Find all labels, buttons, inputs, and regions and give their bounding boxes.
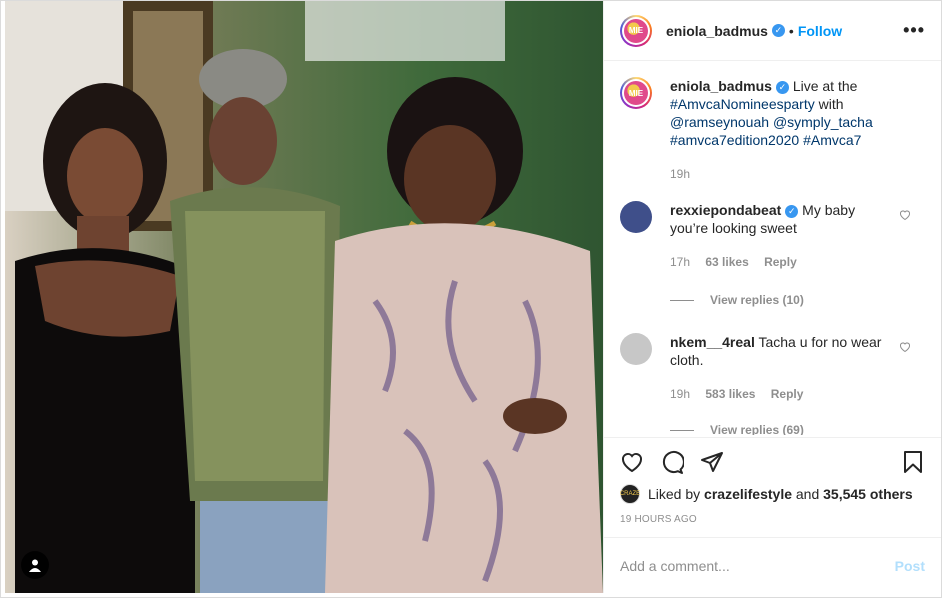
likes-row: CRAZE Liked by crazelifestyle and 35,545… — [620, 484, 925, 504]
comment-icon[interactable] — [660, 450, 684, 474]
comment-likes[interactable]: 63 likes — [705, 255, 748, 269]
comment-item: nkem__4real Tacha u for no wear cloth. 1… — [620, 333, 925, 403]
comment-input[interactable] — [620, 557, 895, 574]
comment-item: rexxiepondabeat ✓ My baby you’re looking … — [620, 201, 925, 271]
follow-button[interactable]: Follow — [798, 23, 842, 39]
mention-link[interactable]: @ramseynouah — [670, 114, 769, 130]
post-photo-illustration — [5, 1, 603, 593]
post-modal: MIE eniola_badmus ✓ • Follow ••• MIE eni… — [0, 0, 942, 598]
reply-button[interactable]: Reply — [764, 255, 797, 269]
caption-body: eniola_badmus ✓ Live at the #AmvcaNominee… — [670, 77, 892, 183]
view-replies-label: View replies (69) — [710, 423, 804, 435]
liker-username[interactable]: crazelifestyle — [704, 486, 792, 502]
caption-avatar-image: MIE — [624, 81, 648, 105]
comment-body: rexxiepondabeat ✓ My baby you’re looking … — [670, 201, 892, 271]
view-replies-label: View replies (10) — [710, 293, 804, 307]
likes-and: and — [795, 486, 820, 502]
mention-link[interactable]: @symply_tacha — [773, 114, 873, 130]
caption-meta: 19h — [670, 165, 892, 183]
comment-meta: 17h 63 likes Reply — [670, 253, 892, 271]
author-avatar[interactable]: MIE — [620, 14, 652, 47]
post-timestamp[interactable]: 19 HOURS AGO — [620, 514, 925, 525]
author-username[interactable]: eniola_badmus — [666, 23, 768, 39]
caption-time[interactable]: 19h — [670, 167, 690, 181]
commenter-avatar[interactable] — [620, 333, 652, 365]
comment-username[interactable]: nkem__4real — [670, 334, 755, 350]
view-replies-button[interactable]: View replies (69) — [670, 423, 925, 435]
header-separator: • — [788, 22, 794, 39]
hashtag-link[interactable]: #amvca7edition2020 — [670, 132, 799, 148]
comment-likes[interactable]: 583 likes — [705, 387, 755, 401]
post-header: MIE eniola_badmus ✓ • Follow ••• — [604, 1, 941, 61]
action-icons — [620, 438, 925, 486]
caption: MIE eniola_badmus ✓ Live at the #AmvcaNom… — [620, 77, 925, 183]
post-sidebar: MIE eniola_badmus ✓ • Follow ••• MIE eni… — [603, 1, 941, 593]
replies-divider — [670, 299, 694, 301]
verified-badge-icon: ✓ — [771, 24, 785, 37]
hashtag-link[interactable]: #AmvcaNomineesparty — [670, 96, 815, 112]
comment-meta: 19h 583 likes Reply — [670, 385, 892, 403]
user-tag-button[interactable] — [21, 551, 49, 579]
caption-avatar[interactable]: MIE — [620, 77, 652, 109]
verified-badge-icon: ✓ — [785, 205, 799, 218]
comment-body: nkem__4real Tacha u for no wear cloth. 1… — [670, 333, 892, 403]
post-photo[interactable] — [5, 1, 603, 593]
caption-username[interactable]: eniola_badmus — [670, 78, 772, 94]
post-comment-button[interactable]: Post — [895, 558, 925, 574]
comment-composer: Post — [604, 537, 941, 593]
post-actions: CRAZE Liked by crazelifestyle and 35,545… — [604, 437, 941, 525]
user-tag-icon — [29, 559, 41, 572]
replies-divider — [670, 429, 694, 431]
view-replies-button[interactable]: View replies (10) — [670, 293, 925, 307]
likes-count[interactable]: 35,545 others — [823, 486, 913, 502]
comment-username[interactable]: rexxiepondabeat — [670, 202, 781, 218]
paper-plane-icon[interactable] — [700, 450, 724, 474]
caption-text-before: Live at the — [792, 78, 858, 94]
more-options-button[interactable]: ••• — [903, 20, 925, 41]
heart-icon[interactable] — [620, 450, 644, 474]
verified-badge-icon: ✓ — [775, 81, 789, 94]
commenter-avatar-image — [620, 201, 652, 233]
author-avatar-image: MIE — [624, 18, 648, 43]
hashtag-link[interactable]: #Amvca7 — [803, 132, 861, 148]
commenter-avatar[interactable] — [620, 201, 652, 233]
caption-text-with: with — [818, 96, 844, 112]
commenter-avatar-image — [620, 333, 652, 365]
comments-list[interactable]: MIE eniola_badmus ✓ Live at the #AmvcaNom… — [604, 61, 941, 435]
liker-avatar[interactable]: CRAZE — [620, 484, 640, 504]
comment-heart-icon[interactable] — [899, 209, 911, 221]
comment-time[interactable]: 17h — [670, 255, 690, 269]
likes-prefix: Liked by — [648, 486, 701, 502]
comment-heart-icon[interactable] — [899, 341, 911, 353]
reply-button[interactable]: Reply — [771, 387, 804, 401]
bookmark-icon[interactable] — [901, 450, 925, 474]
comment-time[interactable]: 19h — [670, 387, 690, 401]
